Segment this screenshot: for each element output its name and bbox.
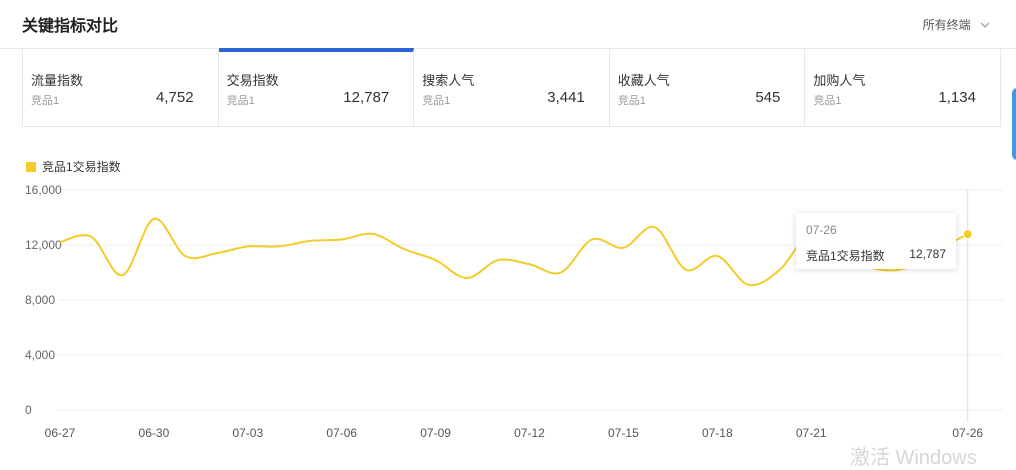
chart-legend[interactable]: 竞品1交易指数 bbox=[26, 158, 121, 175]
y-tick-label: 8,000 bbox=[25, 293, 55, 307]
metric-card-search[interactable]: 搜索人气 竞品1 3,441 bbox=[414, 48, 610, 126]
chart-tooltip: 07-26 竞品1交易指数 12,787 bbox=[796, 213, 956, 269]
terminal-dropdown[interactable]: 所有终端 bbox=[923, 16, 990, 33]
x-tick-label: 06-27 bbox=[45, 426, 76, 440]
x-tick-label: 07-12 bbox=[514, 426, 545, 440]
x-tick-label: 07-21 bbox=[796, 426, 827, 440]
metric-card-value: 545 bbox=[755, 89, 781, 106]
x-tick-label: 06-30 bbox=[139, 426, 170, 440]
metric-card-name: 交易指数 bbox=[226, 73, 279, 88]
data-point-highlight bbox=[962, 229, 973, 240]
page-title: 关键指标对比 bbox=[22, 18, 119, 35]
terminal-dropdown-label: 所有终端 bbox=[922, 18, 971, 32]
metric-card-trade[interactable]: 交易指数 竞品1 12,787 bbox=[218, 48, 415, 126]
metric-card-name: 加购人气 bbox=[813, 73, 866, 88]
y-tick-label: 0 bbox=[25, 403, 32, 417]
metric-card-value: 3,441 bbox=[547, 89, 585, 106]
y-tick-label: 16,000 bbox=[25, 183, 62, 197]
tooltip-series-name: 竞品1交易指数 bbox=[806, 249, 885, 263]
metric-cards: 流量指数 竞品1 4,752 交易指数 竞品1 12,787 搜索人气 竞品1 … bbox=[22, 48, 1001, 127]
x-tick-label: 07-18 bbox=[702, 426, 733, 440]
metric-card-favorite[interactable]: 收藏人气 竞品1 545 bbox=[610, 48, 806, 126]
metric-card-name: 搜索人气 bbox=[422, 73, 475, 88]
metric-card-name: 流量指数 bbox=[31, 73, 84, 88]
metric-card-value: 4,752 bbox=[156, 89, 194, 106]
y-tick-label: 12,000 bbox=[25, 238, 62, 252]
x-tick-label: 07-09 bbox=[420, 426, 451, 440]
panel-header: 关键指标对比 所有终端 bbox=[0, 0, 1016, 49]
legend-label: 竞品1交易指数 bbox=[42, 160, 121, 174]
metric-card-cart[interactable]: 加购人气 竞品1 1,134 bbox=[805, 48, 1000, 126]
metric-card-value: 1,134 bbox=[938, 89, 976, 106]
y-tick-label: 4,000 bbox=[25, 348, 55, 362]
legend-swatch bbox=[26, 161, 36, 172]
tooltip-value: 12,787 bbox=[909, 247, 946, 261]
side-float-tab[interactable] bbox=[1012, 88, 1016, 160]
x-tick-label: 07-15 bbox=[608, 426, 639, 440]
metric-card-name: 收藏人气 bbox=[617, 73, 670, 88]
x-tick-label: 07-03 bbox=[232, 426, 263, 440]
metric-card-value: 12,787 bbox=[343, 89, 390, 106]
x-tick-label: 07-26 bbox=[952, 426, 983, 440]
metric-card-traffic[interactable]: 流量指数 竞品1 4,752 bbox=[23, 48, 219, 126]
chevron-down-icon bbox=[980, 17, 990, 31]
tooltip-date: 07-26 bbox=[806, 223, 837, 237]
x-tick-label: 07-06 bbox=[326, 426, 357, 440]
